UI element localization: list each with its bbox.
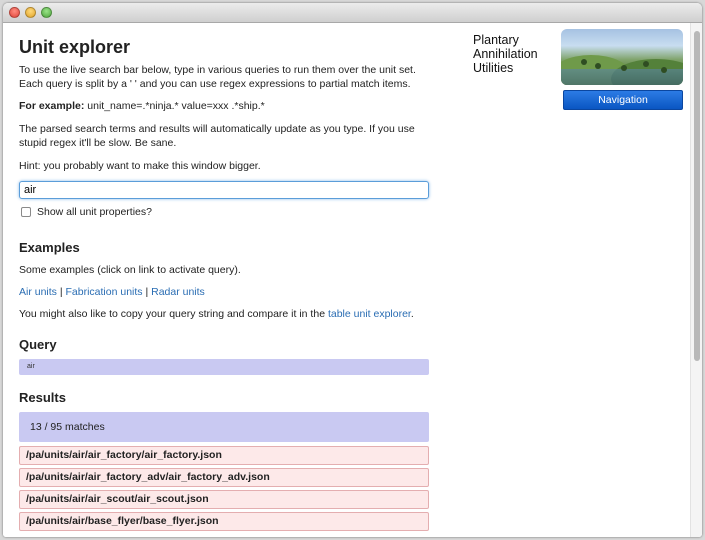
brand-title: Plantary Annihilation Utilities [473,33,553,75]
show-all-row: Show all unit properties? [19,206,431,218]
copy-suffix: . [410,308,414,320]
copy-note: You might also like to copy your query s… [19,307,431,321]
brand-line: Plantary [473,33,519,47]
show-all-label: Show all unit properties? [37,206,152,218]
examples-intro: Some examples (click on link to activate… [19,264,241,276]
search-input[interactable] [19,181,429,199]
example-links: Air units | Fabrication units | Radar un… [19,285,431,299]
main-column: Unit explorer To use the live search bar… [19,23,431,531]
maximize-window-button[interactable] [41,7,52,18]
scrollbar-thumb[interactable] [694,31,700,361]
result-item[interactable]: /pa/units/air/air_scout/air_scout.json [19,490,429,509]
planet-banner-image [561,29,683,85]
results-list: /pa/units/air/air_factory/air_factory.js… [19,446,431,531]
result-item[interactable]: /pa/units/air/air_factory_adv/air_factor… [19,468,429,487]
results-heading: Results [19,390,66,405]
result-item[interactable]: /pa/units/air/air_factory/air_factory.js… [19,446,429,465]
link-separator: | [142,286,152,298]
title-bar [3,3,702,23]
result-item[interactable]: /pa/units/air/base_flyer/base_flyer.json [19,512,429,531]
link-air-units[interactable]: Air units [19,286,57,298]
link-radar-units[interactable]: Radar units [151,286,205,298]
show-all-checkbox[interactable] [21,207,31,217]
app-window: Unit explorer To use the live search bar… [3,3,702,537]
examples-heading: Examples [19,240,80,255]
results-summary: 13 / 95 matches [19,412,429,442]
brand-line: Annihilation [473,47,538,61]
minimize-window-button[interactable] [25,7,36,18]
navigation-button[interactable]: Navigation [563,90,683,110]
table-explorer-link[interactable]: table unit explorer [328,308,411,320]
link-separator: | [56,286,66,298]
auto-update-note: The parsed search terms and results will… [19,123,415,149]
query-heading: Query [19,337,57,352]
example-query: unit_name=.*ninja.* value=xxx .*ship.* [84,100,265,112]
page-title: Unit explorer [19,37,131,57]
brand-line: Utilities [473,61,514,75]
example-text: For example: unit_name=.*ninja.* value=x… [19,99,431,113]
copy-prefix: You might also like to copy your query s… [19,308,328,320]
link-fabrication-units[interactable]: Fabrication units [66,286,143,298]
vertical-scrollbar[interactable] [690,23,702,537]
example-label: For example: [19,100,85,112]
page-content: Unit explorer To use the live search bar… [3,23,689,537]
parsed-query: air [19,359,429,375]
close-window-button[interactable] [9,7,20,18]
intro-text: To use the live search bar below, type i… [19,64,416,90]
hint-text: Hint: you probably want to make this win… [19,160,261,172]
